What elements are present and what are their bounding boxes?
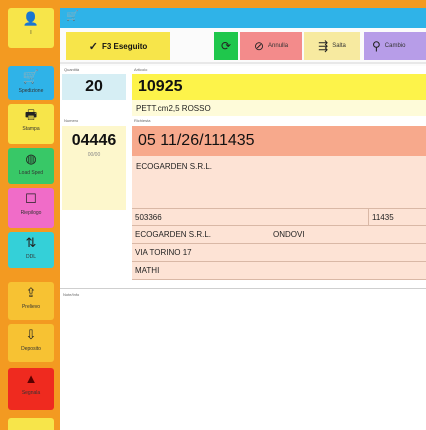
detail-row-3: VIA TORINO 17 — [132, 244, 426, 262]
globe-icon: ◍ — [25, 151, 37, 166]
sidebar-item-label: Stampa — [22, 126, 40, 132]
refresh-icon: ⟳ — [220, 39, 232, 53]
sidebar-item-deposito[interactable]: ⇩ Deposito — [8, 324, 54, 362]
detail-row-2: ECOGARDEN S.R.L. ONDOVI — [132, 226, 426, 244]
number-value: 04446 — [71, 132, 117, 149]
sidebar-item-ddl[interactable]: ⇅ DDL — [8, 232, 54, 268]
article-desc: PETT.cm2,5 ROSSO — [136, 103, 211, 113]
annulla-button[interactable]: ⊘ Annulla — [240, 32, 302, 60]
annulla-label: Annulla — [268, 43, 289, 49]
cambio-button[interactable]: ⚲ Cambio — [364, 32, 426, 60]
sidebar-item-label: DDL — [25, 254, 36, 260]
check-icon: ✓ — [88, 40, 98, 53]
request-field: 05 11/26/111435 — [132, 126, 426, 156]
sidebar-item-label: I — [30, 30, 32, 36]
detail-row-1-a-value: 503366 — [135, 212, 162, 222]
code-caption: Articolo — [134, 67, 148, 72]
title-bar: 🛒 — [60, 8, 426, 28]
number-sub: 00/00 — [87, 152, 101, 158]
sidebar-item-spedizione[interactable]: 🛒 Spedizione — [8, 66, 54, 100]
salta-button[interactable]: ⇶ Salta — [304, 32, 360, 60]
sidebar-item-label: Deposito — [21, 346, 41, 352]
split-icon: ⇶ — [318, 39, 329, 53]
sidebar-item-load[interactable]: ◍ Load Sped — [8, 148, 54, 184]
user-icon: 👤 — [22, 11, 40, 26]
detail-row-4-value: MATHI — [135, 266, 160, 275]
cancel-icon: ⊘ — [253, 39, 265, 53]
sync-icon: ⇅ — [25, 235, 37, 250]
sidebar-item-prelievo[interactable]: ⇪ Prelievo — [8, 282, 54, 320]
eseguito-button[interactable]: ✓ F3 Eseguito — [66, 32, 170, 60]
upload-icon: ⇪ — [25, 285, 37, 300]
notes-area[interactable]: Note/Info — [60, 288, 426, 430]
detail-row-4: MATHI — [132, 262, 426, 280]
sidebar-item-riepilogo[interactable]: ☐ Riepilogo — [8, 188, 54, 228]
article-code: 10925 — [138, 78, 183, 95]
download-icon: ⇩ — [25, 327, 37, 342]
detail-row-2-a-value: ECOGARDEN S.R.L. — [135, 230, 212, 239]
search-icon: ⚲ — [372, 39, 381, 53]
cambio-label: Cambio — [384, 43, 406, 49]
qty-field: 20 — [62, 74, 126, 100]
sidebar-item-stampa[interactable]: 🖶 Stampa — [8, 104, 54, 144]
box-icon: ☐ — [25, 191, 37, 206]
divider — [60, 62, 426, 64]
sidebar-item-user[interactable]: 👤 I — [8, 8, 54, 48]
warning-icon: ▲ — [24, 371, 38, 386]
ref-caption: Richiesta — [134, 118, 151, 123]
detail-row-1-a: 503366 — [132, 208, 368, 226]
qty-value: 20 — [85, 78, 103, 95]
detail-row-1-b: 11435 — [368, 208, 426, 226]
customer-name: ECOGARDEN S.R.L. — [136, 162, 213, 171]
sidebar-item-partial[interactable] — [8, 418, 54, 430]
salta-label: Salta — [332, 43, 346, 49]
sidebar-item-label: Segnala — [21, 390, 41, 396]
detail-row-1-b-value: 11435 — [372, 212, 394, 222]
article-desc-field: PETT.cm2,5 ROSSO — [132, 100, 426, 116]
sidebar-item-segnala[interactable]: ▲ Segnala — [8, 368, 54, 410]
customer-block: ECOGARDEN S.R.L. — [132, 156, 426, 208]
num-caption: Numero — [64, 118, 79, 123]
sidebar-item-label: Riepilogo — [20, 210, 42, 216]
detail-row-3-value: VIA TORINO 17 — [135, 248, 192, 257]
number-field: 04446 00/00 — [62, 126, 126, 210]
article-code-field: 10925 — [132, 74, 426, 100]
sidebar: 👤 I 🛒 Spedizione 🖶 Stampa ◍ Load Sped ☐ … — [0, 0, 60, 430]
notes-caption: Note/Info — [63, 292, 80, 297]
sidebar-item-label: Spedizione — [18, 88, 44, 94]
request-value: 05 11/26/111435 — [138, 132, 255, 149]
sidebar-item-label: Prelievo — [21, 304, 41, 310]
sidebar-item-label: Load Sped — [18, 170, 44, 176]
cart-icon: 🛒 — [66, 11, 79, 22]
cart-icon: 🛒 — [22, 69, 40, 84]
eseguito-label: F3 Eseguito — [101, 41, 148, 51]
detail-row-2-b-value: ONDOVI — [273, 230, 305, 239]
printer-icon: 🖶 — [24, 107, 38, 122]
refresh-button[interactable]: ⟳ — [214, 32, 238, 60]
qty-caption: Quantità — [64, 67, 80, 72]
